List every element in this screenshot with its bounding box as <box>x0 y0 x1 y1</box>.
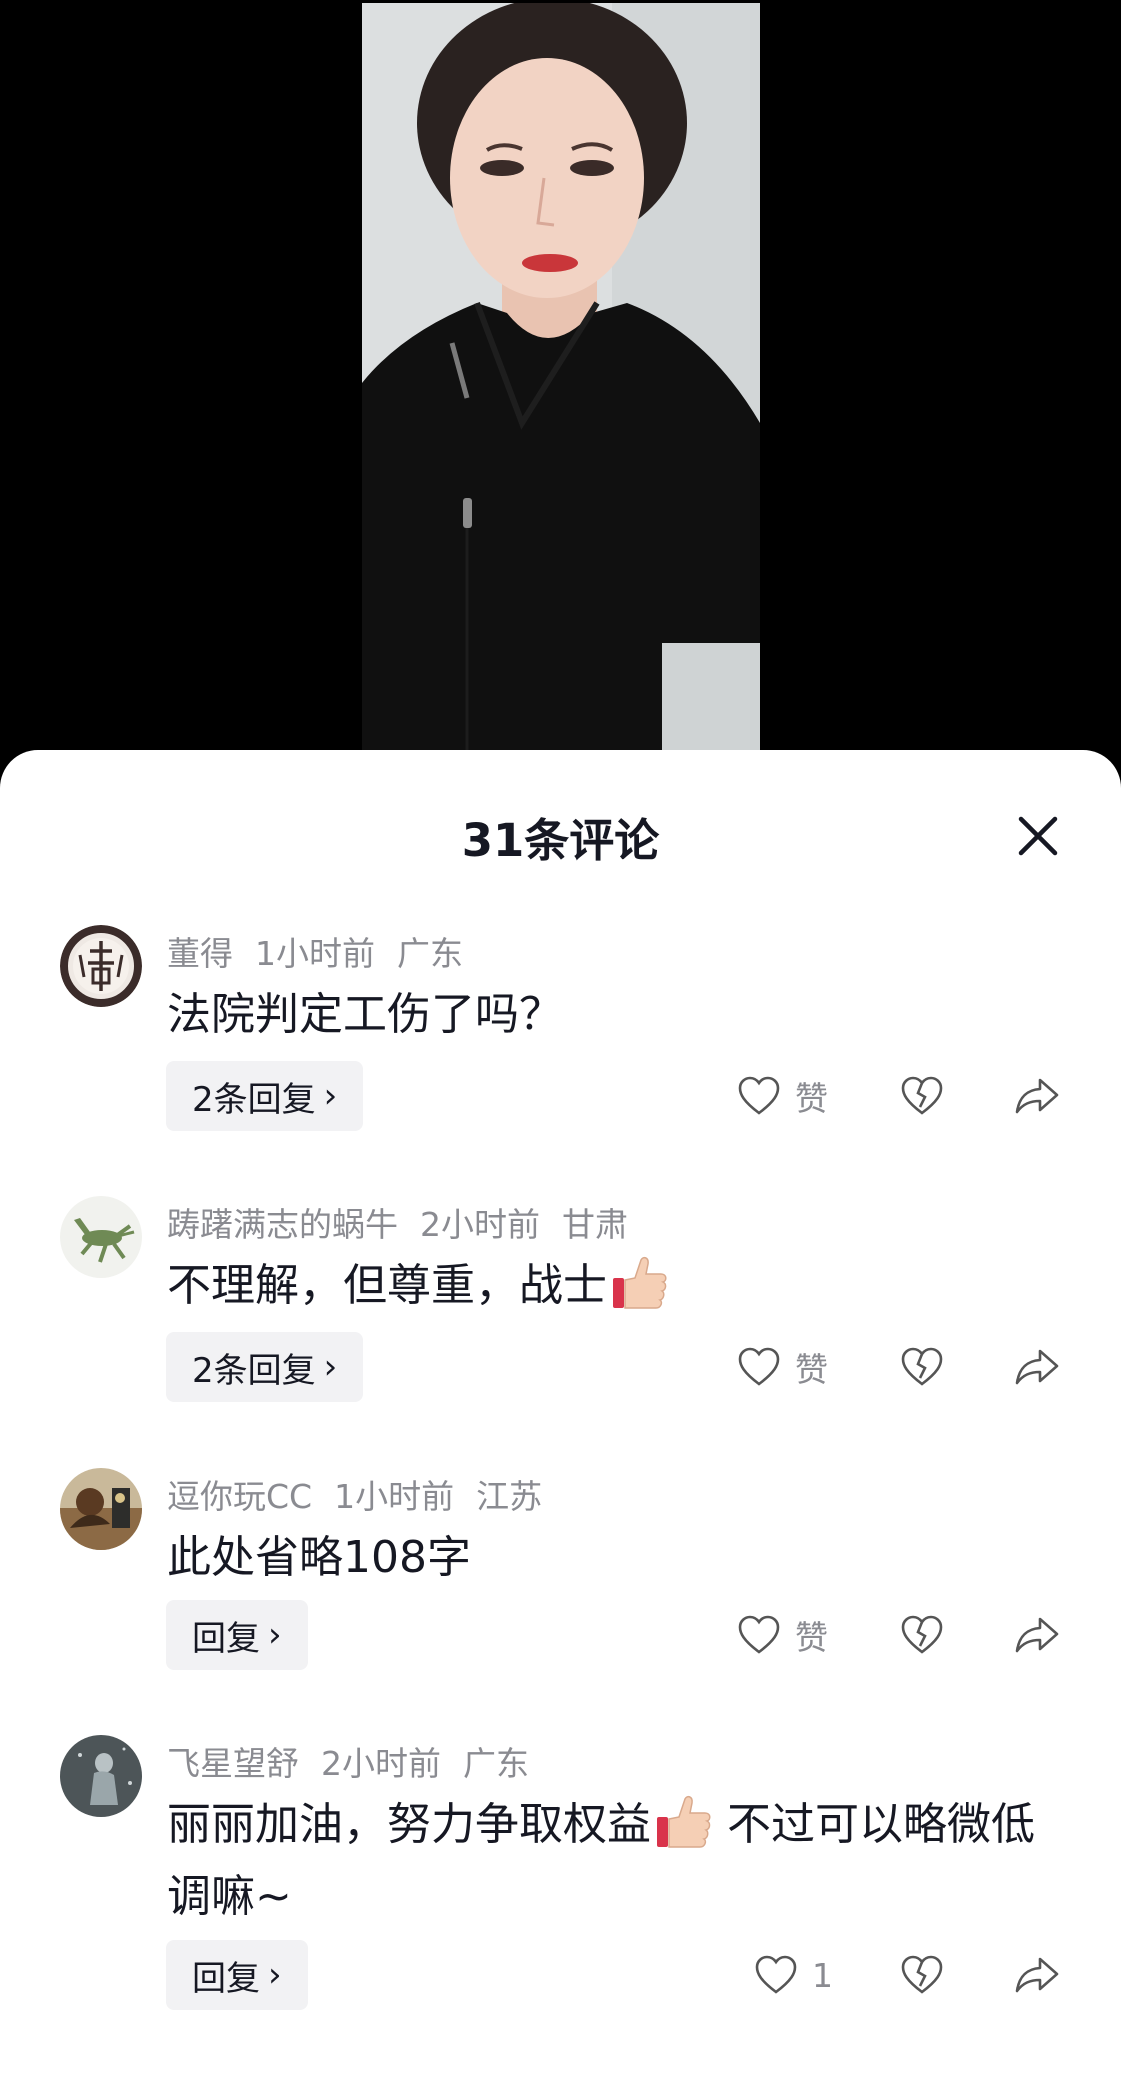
comment-actions: 赞 <box>0 1600 1121 1670</box>
bottom-action-bar <box>0 2068 1121 2080</box>
comment-text-content: 丽丽加油，努力争取权益 <box>167 1799 651 1850</box>
close-button[interactable] <box>1012 810 1064 862</box>
comment-location: 广东 <box>397 934 463 973</box>
like-label: 赞 <box>795 1079 828 1118</box>
emblem-seal-avatar-icon <box>60 925 142 1007</box>
like-label: 赞 <box>795 1618 828 1657</box>
comment-username[interactable]: 踌躇满志的蜗牛 <box>167 1205 398 1244</box>
share-button[interactable] <box>1014 1940 1060 2010</box>
comment-text-content: 不理解，但尊重，战士 <box>167 1260 607 1311</box>
comment-text: 不理解，但尊重，战士 <box>167 1250 1067 1322</box>
heart-icon <box>738 1615 780 1654</box>
comment-actions: 1 <box>0 1940 1121 2010</box>
like-button[interactable]: 1 <box>754 1940 833 2010</box>
comments-title: 31条评论 <box>461 814 660 867</box>
comment-text: 丽丽加油，努力争取权益 不过可以略微低调嘛~ <box>167 1789 1067 1933</box>
share-icon <box>1015 1349 1059 1385</box>
share-button[interactable] <box>1014 1332 1060 1402</box>
comment-text-content: 法院判定工伤了吗？ <box>167 989 563 1040</box>
comment-time: 2小时前 <box>321 1744 441 1783</box>
dislike-button[interactable] <box>900 1061 944 1131</box>
comment-text: 法院判定工伤了吗？ <box>167 979 1067 1051</box>
heart-icon <box>738 1076 780 1115</box>
dislike-button[interactable] <box>900 1600 944 1670</box>
comment-actions: 赞 <box>0 1061 1121 1131</box>
comment-meta: 董得 1小时前 广东 <box>167 927 485 975</box>
like-button[interactable]: 赞 <box>737 1600 828 1670</box>
like-label: 赞 <box>795 1350 828 1389</box>
painting-avatar-icon <box>60 1468 142 1550</box>
thumbs-up-icon <box>613 1256 667 1309</box>
bronze-horse-avatar-icon <box>60 1196 142 1278</box>
comment-time: 2小时前 <box>420 1205 540 1244</box>
comment-meta: 逗你玩CC 1小时前 江苏 <box>167 1470 564 1518</box>
dislike-button[interactable] <box>900 1332 944 1402</box>
close-icon <box>1018 816 1058 856</box>
avatar[interactable] <box>60 1196 142 1278</box>
like-count: 1 <box>812 1955 833 1995</box>
avatar[interactable] <box>60 1735 142 1817</box>
heart-icon <box>738 1347 780 1386</box>
comment-location: 甘肃 <box>562 1205 628 1244</box>
comment-actions: 赞 <box>0 1332 1121 1402</box>
video-frame <box>362 3 760 750</box>
comment-time: 1小时前 <box>255 934 375 973</box>
comment-time: 1小时前 <box>334 1477 455 1516</box>
comment-location: 江苏 <box>476 1477 543 1516</box>
comment-username[interactable]: 逗你玩CC <box>167 1477 312 1516</box>
share-button[interactable] <box>1014 1600 1060 1670</box>
comments-sheet: 31条评论 董得 1小时前 广东 法院判定工伤了吗？ 2条回复 › 赞 踌躇满志… <box>0 750 1121 2080</box>
comment-username[interactable]: 飞星望舒 <box>167 1744 299 1783</box>
video-player[interactable] <box>362 3 760 750</box>
broken-heart-icon <box>901 1615 943 1654</box>
broken-heart-icon <box>901 1076 943 1115</box>
dislike-button[interactable] <box>900 1940 944 2010</box>
share-button[interactable] <box>1014 1061 1060 1131</box>
comment-location: 广东 <box>463 1744 529 1783</box>
thumbs-up-icon <box>657 1795 711 1848</box>
comment-meta: 飞星望舒 2小时前 广东 <box>167 1737 551 1785</box>
share-icon <box>1015 1078 1059 1114</box>
bottom-bar-shapes <box>0 2068 1121 2080</box>
comment-text-content: 此处省略108字 <box>167 1532 471 1583</box>
avatar[interactable] <box>60 925 142 1007</box>
broken-heart-icon <box>901 1955 943 1994</box>
share-icon <box>1015 1957 1059 1993</box>
broken-heart-icon <box>901 1347 943 1386</box>
avatar[interactable] <box>60 1468 142 1550</box>
comment-meta: 踌躇满志的蜗牛 2小时前 甘肃 <box>167 1198 650 1246</box>
like-button[interactable]: 赞 <box>737 1061 828 1131</box>
like-button[interactable]: 赞 <box>737 1332 828 1402</box>
comment-username[interactable]: 董得 <box>167 934 233 973</box>
heart-icon <box>755 1955 797 1994</box>
comment-text: 此处省略108字 <box>167 1522 1067 1594</box>
share-icon <box>1015 1617 1059 1653</box>
figure-avatar-icon <box>60 1735 142 1817</box>
